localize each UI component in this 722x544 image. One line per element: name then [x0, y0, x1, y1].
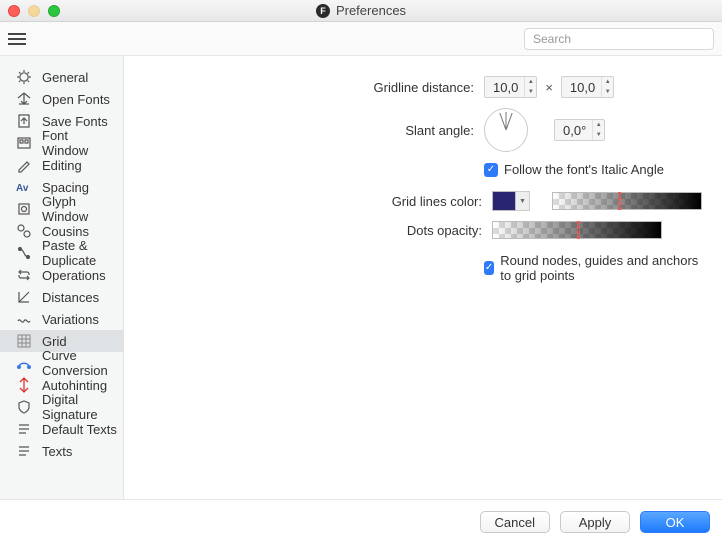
sidebar-item-label: Variations [42, 312, 99, 327]
cancel-button[interactable]: Cancel [480, 511, 550, 533]
sidebar-item-label: Autohinting [42, 378, 107, 393]
default-texts-icon [16, 421, 32, 437]
sidebar-item-label: Operations [42, 268, 106, 283]
sidebar-item-label: Editing [42, 158, 82, 173]
sidebar-item-variations[interactable]: Variations [0, 308, 123, 330]
app-icon: F [316, 4, 330, 18]
curve-conversion-icon [16, 355, 32, 371]
operations-icon [16, 267, 32, 283]
sidebar-item-label: Cousins [42, 224, 89, 239]
menu-icon[interactable] [8, 32, 26, 46]
sidebar-item-label: Default Texts [42, 422, 117, 437]
sidebar: GeneralOpen FontsSave FontsFont WindowEd… [0, 56, 124, 499]
autohinting-icon [16, 377, 32, 393]
general-icon [16, 69, 32, 85]
grid-icon [16, 333, 32, 349]
checkmark-icon: ✓ [484, 261, 494, 275]
sidebar-item-label: Distances [42, 290, 99, 305]
sidebar-item-open-fonts[interactable]: Open Fonts [0, 88, 123, 110]
toolbar [0, 22, 722, 56]
round-nodes-label: Round nodes, guides and anchors to grid … [500, 253, 702, 283]
color-dropdown[interactable]: ▼ [516, 191, 530, 211]
color-swatch[interactable] [492, 191, 516, 211]
sidebar-item-label: Grid [42, 334, 67, 349]
slant-angle-stepper[interactable]: 0,0° ▲▼ [554, 119, 605, 141]
checkmark-icon: ✓ [484, 163, 498, 177]
search-input[interactable] [524, 28, 714, 50]
sidebar-item-glyph-window[interactable]: Glyph Window [0, 198, 123, 220]
open-fonts-icon [16, 91, 32, 107]
sidebar-item-digital-signature[interactable]: Digital Signature [0, 396, 123, 418]
window-title: F Preferences [0, 3, 722, 18]
variations-icon [16, 311, 32, 327]
distances-icon [16, 289, 32, 305]
sidebar-item-label: Paste & Duplicate [42, 238, 117, 268]
sidebar-item-label: Digital Signature [42, 392, 117, 422]
sidebar-item-general[interactable]: General [0, 66, 123, 88]
texts-icon [16, 443, 32, 459]
sidebar-item-default-texts[interactable]: Default Texts [0, 418, 123, 440]
slant-angle-label: Slant angle: [144, 123, 484, 138]
slant-angle-dial[interactable] [484, 108, 528, 152]
gridline-y-stepper[interactable]: 10,0 ▲▼ [561, 76, 614, 98]
round-nodes-checkbox[interactable]: ✓ Round nodes, guides and anchors to gri… [484, 253, 702, 283]
sidebar-item-label: Curve Conversion [42, 348, 117, 378]
spacing-icon: Av [16, 179, 32, 195]
font-window-icon [16, 135, 32, 151]
sidebar-item-label: Save Fonts [42, 114, 108, 129]
titlebar: F Preferences [0, 0, 722, 22]
sidebar-item-label: Texts [42, 444, 72, 459]
sidebar-item-label: Glyph Window [42, 194, 117, 224]
sidebar-item-label: General [42, 70, 88, 85]
sidebar-item-distances[interactable]: Distances [0, 286, 123, 308]
follow-italic-label: Follow the font's Italic Angle [504, 162, 664, 177]
save-fonts-icon [16, 113, 32, 129]
follow-italic-checkbox[interactable]: ✓ Follow the font's Italic Angle [484, 162, 664, 177]
paste-duplicate-icon [16, 245, 32, 261]
sidebar-item-operations[interactable]: Operations [0, 264, 123, 286]
gridline-x-stepper[interactable]: 10,0 ▲▼ [484, 76, 537, 98]
sidebar-item-curve-conversion[interactable]: Curve Conversion [0, 352, 123, 374]
editing-icon [16, 157, 32, 173]
footer: Cancel Apply OK [0, 499, 722, 544]
glyph-window-icon [16, 201, 32, 217]
grid-lines-color-label: Grid lines color: [144, 194, 492, 209]
ok-button[interactable]: OK [640, 511, 710, 533]
dots-opacity-slider[interactable] [492, 221, 662, 239]
window-title-text: Preferences [336, 3, 406, 18]
sidebar-item-paste-duplicate[interactable]: Paste & Duplicate [0, 242, 123, 264]
sidebar-item-label: Spacing [42, 180, 89, 195]
svg-text:Av: Av [16, 183, 29, 194]
multiply-sign: × [545, 80, 553, 95]
color-opacity-slider[interactable] [552, 192, 702, 210]
sidebar-item-texts[interactable]: Texts [0, 440, 123, 462]
cousins-icon [16, 223, 32, 239]
gridline-distance-label: Gridline distance: [144, 80, 484, 95]
digital-signature-icon [16, 399, 32, 415]
content-pane: Gridline distance: 10,0 ▲▼ × 10,0 ▲▼ Sla… [124, 56, 722, 499]
sidebar-item-font-window[interactable]: Font Window [0, 132, 123, 154]
sidebar-item-label: Font Window [42, 128, 117, 158]
apply-button[interactable]: Apply [560, 511, 630, 533]
dots-opacity-label: Dots opacity: [144, 223, 492, 238]
sidebar-item-label: Open Fonts [42, 92, 110, 107]
